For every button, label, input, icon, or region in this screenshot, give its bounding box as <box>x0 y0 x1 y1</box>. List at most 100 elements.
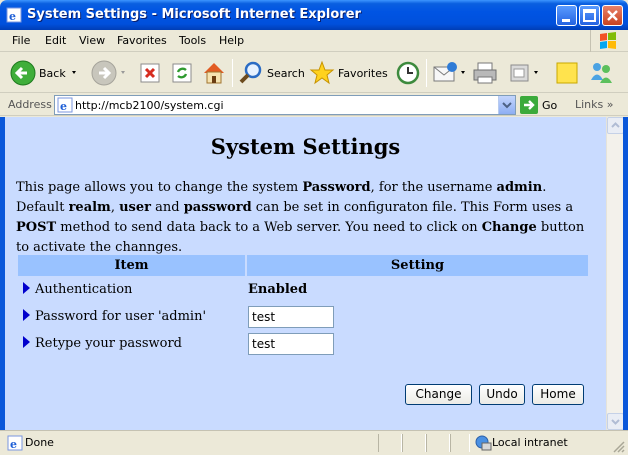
row-value-cell <box>246 303 588 330</box>
row-label: Authentication <box>35 282 133 297</box>
menu-tools[interactable]: Tools <box>179 34 206 47</box>
undo-button[interactable]: Undo <box>479 384 525 405</box>
retype-password-field[interactable] <box>248 332 334 355</box>
home-toolbar-button[interactable] <box>201 57 227 89</box>
chevron-down-icon <box>502 102 512 109</box>
row-label-cell: Authentication <box>18 276 246 303</box>
status-text: Done <box>25 436 54 449</box>
window-frame-right <box>623 117 628 430</box>
back-button[interactable]: Back <box>10 57 80 89</box>
triangle-bullet-icon <box>23 282 30 294</box>
scroll-down-button[interactable] <box>607 413 624 430</box>
forward-button[interactable] <box>91 57 131 89</box>
menu-help[interactable]: Help <box>219 34 244 47</box>
address-input[interactable]: e http://mcb2100/system.cgi <box>54 95 516 115</box>
title-bar: e System Settings - Microsoft Internet E… <box>0 0 628 30</box>
messenger-button[interactable] <box>588 57 614 89</box>
search-label: Search <box>267 66 305 80</box>
go-button[interactable]: Go <box>520 95 557 115</box>
page-description: This page allows you to change the syste… <box>16 180 585 255</box>
address-label: Address <box>8 98 52 111</box>
maximize-button[interactable] <box>579 5 600 26</box>
settings-table: Item Setting Authentication Enabled Pass… <box>18 255 588 357</box>
triangle-bullet-icon <box>23 309 30 321</box>
search-button[interactable]: Search <box>238 57 305 89</box>
links-button[interactable]: Links » <box>575 98 614 111</box>
chevron-right-icon: » <box>606 98 614 111</box>
svg-text:e: e <box>60 100 67 113</box>
edit-page-icon <box>510 64 529 82</box>
authentication-status: Enabled <box>248 282 308 297</box>
stop-button[interactable] <box>139 57 161 89</box>
ie-page-icon: e <box>6 7 22 23</box>
close-icon <box>607 10 618 21</box>
address-dropdown-button[interactable] <box>498 96 515 114</box>
stop-icon <box>140 63 160 83</box>
status-panel <box>450 434 470 452</box>
ie-page-icon: e <box>57 97 73 113</box>
menu-edit[interactable]: Edit <box>45 34 66 47</box>
change-button[interactable]: Change <box>405 384 472 405</box>
home-button[interactable]: Home <box>532 384 584 405</box>
maximize-icon <box>583 9 596 22</box>
messenger-icon <box>591 63 612 83</box>
resize-grip-icon[interactable] <box>612 440 626 454</box>
favorites-star-icon <box>309 60 335 85</box>
mail-dropdown-icon[interactable] <box>458 68 470 78</box>
history-icon <box>396 61 420 85</box>
table-row: Retype your password <box>18 330 588 357</box>
address-bar: Address e http://mcb2100/system.cgi Go L… <box>0 94 628 116</box>
column-header-setting: Setting <box>246 255 588 276</box>
status-panel <box>426 434 450 452</box>
menu-file[interactable]: File <box>12 34 30 47</box>
row-value-cell: Enabled <box>246 276 588 303</box>
forward-arrow-icon <box>91 60 117 86</box>
security-zone: Local intranet <box>492 436 568 449</box>
windows-flag-icon <box>600 32 616 49</box>
back-arrow-icon <box>10 60 36 86</box>
window-title: System Settings - Microsoft Internet Exp… <box>27 7 361 22</box>
minimize-button[interactable] <box>556 5 577 26</box>
ie-page-icon: e <box>7 435 23 451</box>
toolbar-separator <box>232 59 233 87</box>
search-icon <box>239 61 262 84</box>
history-button[interactable] <box>395 57 421 89</box>
vertical-scrollbar[interactable] <box>606 117 624 430</box>
page-content: System Settings This page allows you to … <box>5 117 606 430</box>
edit-dropdown-icon[interactable] <box>531 68 543 78</box>
row-value-cell <box>246 330 588 357</box>
mail-button[interactable] <box>432 57 470 89</box>
toolbar-separator <box>426 59 427 87</box>
go-label: Go <box>542 98 558 112</box>
favorites-label: Favorites <box>338 66 388 80</box>
edit-button[interactable] <box>509 57 543 89</box>
print-button[interactable] <box>472 57 498 89</box>
page-title: System Settings <box>210 134 401 159</box>
menu-bar: File Edit View Favorites Tools Help <box>0 30 628 52</box>
mail-icon <box>433 62 457 82</box>
minimize-icon <box>562 19 570 22</box>
discuss-button[interactable] <box>555 57 579 89</box>
address-url: http://mcb2100/system.cgi <box>75 99 224 112</box>
chevron-up-icon <box>611 122 620 128</box>
favorites-button[interactable]: Favorites <box>309 57 388 89</box>
close-button[interactable] <box>602 5 623 26</box>
table-row: Password for user 'admin' <box>18 303 588 330</box>
refresh-button[interactable] <box>171 57 193 89</box>
menu-view[interactable]: View <box>79 34 105 47</box>
row-label-cell: Password for user 'admin' <box>18 303 246 330</box>
printer-icon <box>473 62 497 84</box>
row-label: Password for user 'admin' <box>35 309 207 324</box>
password-field[interactable] <box>248 305 334 328</box>
sticky-note-icon <box>556 62 578 84</box>
scroll-up-button[interactable] <box>607 117 624 134</box>
menu-favorites[interactable]: Favorites <box>117 34 167 47</box>
svg-text:e: e <box>10 438 17 451</box>
home-icon <box>204 63 224 84</box>
forward-dropdown-icon[interactable] <box>117 68 131 78</box>
status-bar: e Done Local intranet <box>0 430 628 455</box>
back-dropdown-icon[interactable] <box>66 68 80 78</box>
windows-logo <box>590 30 624 52</box>
status-panel <box>402 434 426 452</box>
triangle-bullet-icon <box>23 336 30 348</box>
